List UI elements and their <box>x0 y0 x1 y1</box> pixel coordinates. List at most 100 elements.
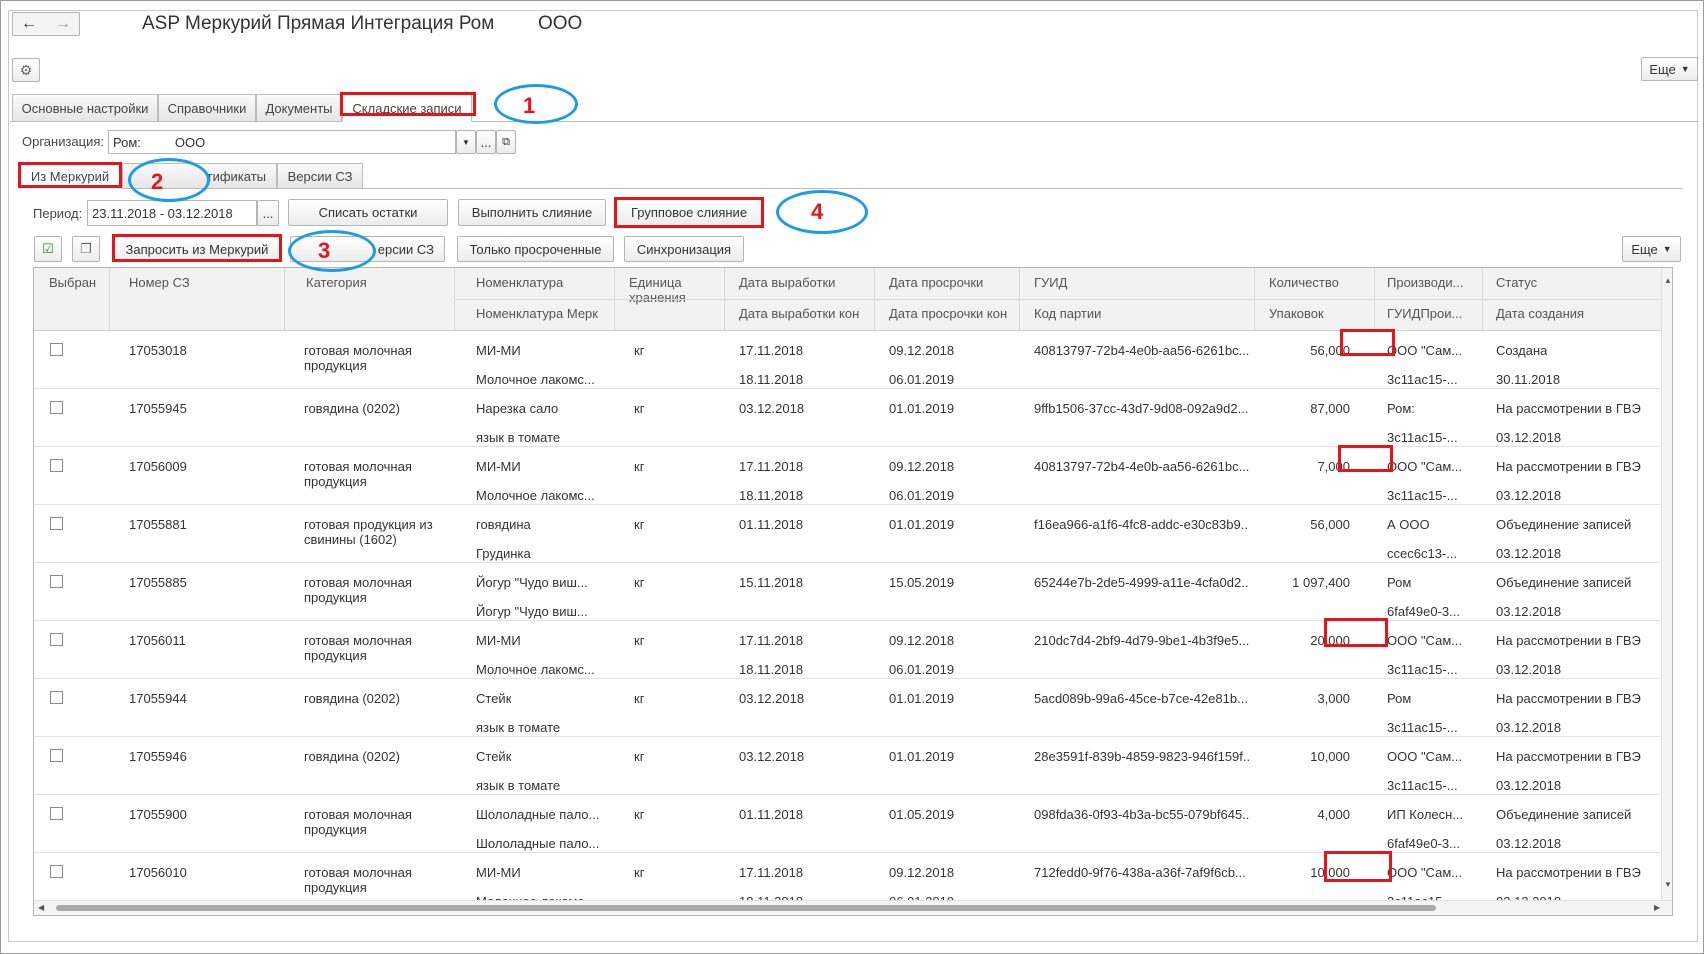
row-checkbox[interactable] <box>50 749 63 762</box>
settings-button[interactable]: ⚙ <box>12 58 40 82</box>
row-prod-date: 01.11.2018 <box>739 517 804 532</box>
row-checkbox[interactable] <box>50 517 63 530</box>
row-exp-date-end: 06.01.2019 <box>889 488 955 503</box>
row-exp-date-end: 06.01.2019 <box>889 372 955 387</box>
copy-button[interactable]: ❐ <box>72 236 100 262</box>
more-button-top[interactable]: Еще ▼ <box>1641 57 1698 81</box>
highlight-qty-row1 <box>1340 329 1395 356</box>
row-number: 17055881 <box>129 517 187 532</box>
row-producer: Ром <box>1387 575 1412 590</box>
row-qty: 1 097,400 <box>1292 575 1350 590</box>
tab-documents[interactable]: Документы <box>256 94 342 122</box>
scroll-right-icon[interactable]: ▶ <box>1654 903 1660 912</box>
row-checkbox[interactable] <box>50 865 63 878</box>
scroll-thumb[interactable] <box>56 905 1436 911</box>
row-producer: ООО "Сам... <box>1387 343 1463 358</box>
col-prod-date-end[interactable]: Дата выработки кон <box>739 306 859 321</box>
col-packages[interactable]: Упаковок <box>1269 306 1324 321</box>
col-category[interactable]: Категория <box>306 275 367 290</box>
row-checkbox[interactable] <box>50 807 63 820</box>
merge-button[interactable]: Выполнить слияние <box>458 199 606 226</box>
col-qty[interactable]: Количество <box>1269 275 1339 290</box>
col-divider <box>1374 268 1375 330</box>
row-guid: 712fedd0-9f76-438a-a36f-7af9f6cb... <box>1034 865 1246 880</box>
col-selected[interactable]: Выбран <box>49 275 96 290</box>
table-row[interactable]: 17056011 готовая молочная продукция МИ-МИ Мо… <box>34 620 1661 679</box>
col-divider <box>1019 268 1020 330</box>
row-guid: 098fda36-0f93-4b3a-bc55-079bf645... <box>1034 807 1249 822</box>
period-select-button[interactable]: ... <box>257 200 279 226</box>
forward-button[interactable]: → <box>48 13 78 35</box>
row-nomenclature-merk: язык в томате <box>476 778 561 793</box>
row-prod-date: 17.11.2018 <box>739 865 804 880</box>
col-producer-guid[interactable]: ГУИДПрои... <box>1387 306 1462 321</box>
scroll-left-icon[interactable]: ◀ <box>38 903 44 912</box>
col-producer[interactable]: Производи... <box>1387 275 1463 290</box>
row-checkbox[interactable] <box>50 575 63 588</box>
chevron-down-icon: ▼ <box>1662 244 1672 254</box>
organization-open-button[interactable]: ⧉ <box>496 130 516 154</box>
table-row[interactable]: 17055946 говядина (0202) Стейк язык в томат… <box>34 736 1661 795</box>
row-unit: кг <box>634 517 645 532</box>
col-status[interactable]: Статус <box>1496 275 1537 290</box>
col-exp-date-end[interactable]: Дата просрочки кон <box>889 306 1007 321</box>
col-prod-date[interactable]: Дата выработки <box>739 275 835 290</box>
table-row[interactable]: 17055885 готовая молочная продукция Йогур "… <box>34 562 1661 621</box>
tab-basic-settings[interactable]: Основные настройки <box>12 94 158 122</box>
period-field[interactable]: 23.11.2018 - 03.12.2018 <box>87 200 257 226</box>
col-divider <box>284 268 285 330</box>
table-row[interactable]: 17055944 говядина (0202) Стейк язык в томат… <box>34 678 1661 737</box>
highlight-request-button <box>112 234 282 262</box>
col-divider <box>724 268 725 330</box>
more-button-table[interactable]: Еще ▼ <box>1622 236 1681 262</box>
row-checkbox[interactable] <box>50 459 63 472</box>
col-guid[interactable]: ГУИД <box>1034 275 1067 290</box>
highlight-warehouse-tab <box>340 92 476 116</box>
expired-only-button[interactable]: Только просроченные <box>457 236 614 262</box>
row-category: говядина (0202) <box>304 401 400 416</box>
row-guid: 65244e7b-2de5-4999-a11e-4cfa0d2... <box>1034 575 1249 590</box>
table-row[interactable]: 17055945 говядина (0202) Нарезка сало язык … <box>34 388 1661 447</box>
subtab-sz-versions[interactable]: Версии СЗ <box>277 163 363 189</box>
col-nomenclature-merk[interactable]: Номенклатура Мерк <box>476 306 598 321</box>
scroll-down-icon[interactable]: ▼ <box>1664 880 1672 889</box>
write-off-button[interactable]: Списать остатки <box>288 199 448 226</box>
row-nomenclature-merk: Йогур "Чудо виш... <box>476 604 588 619</box>
table-row[interactable]: 17056009 готовая молочная продукция МИ-МИ Мо… <box>34 446 1661 505</box>
row-exp-date: 09.12.2018 <box>889 459 955 474</box>
row-nomenclature: Стейк <box>476 691 512 706</box>
tab-references[interactable]: Справочники <box>158 94 256 122</box>
row-checkbox[interactable] <box>50 401 63 414</box>
row-unit: кг <box>634 749 645 764</box>
organization-select-button[interactable]: ... <box>476 130 496 154</box>
row-prod-date: 03.12.2018 <box>739 749 805 764</box>
col-exp-date[interactable]: Дата просрочки <box>889 275 983 290</box>
col-created[interactable]: Дата создания <box>1496 306 1584 321</box>
scroll-up-icon[interactable]: ▲ <box>1664 276 1672 285</box>
horizontal-scrollbar[interactable]: ◀ ▶ <box>34 900 1672 915</box>
organization-dropdown-button[interactable]: ▼ <box>456 130 476 154</box>
sync-button[interactable]: Синхронизация <box>624 236 744 262</box>
row-created: 03.12.2018 <box>1496 720 1562 735</box>
organization-field[interactable]: Ром: ООО <box>108 130 456 154</box>
back-button[interactable]: ← <box>14 13 44 35</box>
row-nomenclature: говядина <box>476 517 531 532</box>
row-nomenclature: Шололадные пало... <box>476 807 600 822</box>
table-row[interactable]: 17055881 готовая продукция из свинины (160… <box>34 504 1661 563</box>
row-producer: ООО "Сам... <box>1387 633 1463 648</box>
vertical-scrollbar[interactable]: ▲ ▼ <box>1661 268 1672 900</box>
col-unit[interactable]: Единица хранения <box>629 275 699 305</box>
row-checkbox[interactable] <box>50 633 63 646</box>
check-all-button[interactable]: ☑ <box>34 236 62 262</box>
row-exp-date-end: 06.01.2019 <box>889 662 955 677</box>
col-batch[interactable]: Код партии <box>1034 306 1101 321</box>
row-nomenclature-merk: Молочное лакомс... <box>476 372 595 387</box>
col-nomenclature[interactable]: Номенклатура <box>476 275 563 290</box>
table-row[interactable]: 17053018 готовая молочная продукция МИ-МИ Мо… <box>34 330 1661 389</box>
row-checkbox[interactable] <box>50 691 63 704</box>
table-row[interactable]: 17055900 готовая молочная продукция Шололад… <box>34 794 1661 853</box>
row-guid: 210dc7d4-2bf9-4d79-9be1-4b3f9e5... <box>1034 633 1249 648</box>
row-checkbox[interactable] <box>50 343 63 356</box>
col-number[interactable]: Номер СЗ <box>129 275 190 290</box>
row-unit: кг <box>634 633 645 648</box>
